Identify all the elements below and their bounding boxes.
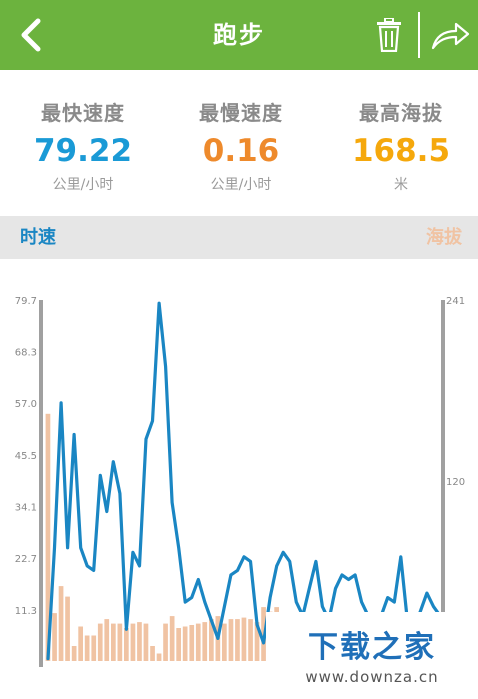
altitude-bar	[84, 635, 90, 661]
altitude-bar	[150, 646, 155, 661]
stat-unit: 公里/小时	[210, 177, 272, 193]
altitude-bar	[91, 635, 97, 661]
share-arrow-icon	[431, 22, 470, 50]
stat-unit: 公里/小时	[52, 177, 114, 193]
watermark-url: www.downza.cn	[305, 668, 439, 686]
altitude-bar	[202, 622, 208, 661]
altitude-bar	[195, 623, 201, 661]
altitude-bar	[104, 619, 110, 661]
altitude-bar	[176, 628, 181, 661]
stat-label: 最高海拔	[359, 101, 443, 125]
y-tick-label-left: 11.3	[15, 606, 37, 617]
stat-unit: 米	[394, 177, 408, 193]
altitude-bar	[117, 623, 123, 661]
y-tick-label-left: 45.5	[15, 451, 37, 462]
legend-speed[interactable]: 时速	[20, 216, 56, 259]
share-button[interactable]	[428, 16, 472, 54]
altitude-bar	[78, 626, 83, 661]
stat-value: 79.22	[33, 133, 133, 169]
y-tick-label-left: 22.7	[15, 554, 37, 565]
y-tick-label-right: 120	[446, 477, 465, 488]
altitude-bar	[241, 617, 247, 661]
delete-button[interactable]	[370, 14, 408, 56]
watermark: 下载之家 www.downza.cn	[266, 612, 478, 699]
altitude-bar	[163, 623, 168, 661]
altitude-bar	[248, 619, 253, 661]
stat-label: 最慢速度	[199, 101, 283, 125]
stats-panel: 最快速度 79.22 公里/小时 最慢速度 0.16 公里/小时 最高海拔 16…	[0, 70, 478, 216]
altitude-bar	[235, 619, 240, 661]
altitude-bar	[111, 623, 116, 661]
altitude-bar	[58, 586, 64, 661]
altitude-bar	[228, 619, 234, 661]
altitude-bar	[65, 596, 70, 661]
altitude-bar	[156, 653, 162, 661]
stat-value: 0.16	[202, 133, 280, 169]
y-tick-label-left: 68.3	[15, 348, 37, 359]
altitude-bar	[189, 625, 195, 661]
chart-legend-bar: 时速 海拔	[0, 216, 478, 259]
speed-line	[46, 301, 442, 661]
altitude-bar	[222, 623, 227, 661]
stat-max-speed: 最快速度 79.22 公里/小时	[3, 100, 163, 196]
altitude-bar	[169, 616, 175, 661]
stat-value: 168.5	[351, 133, 451, 169]
stat-min-speed: 最慢速度 0.16 公里/小时	[161, 100, 321, 196]
legend-altitude[interactable]: 海拔	[426, 216, 462, 259]
trash-icon	[377, 18, 401, 52]
altitude-bar	[137, 622, 142, 661]
altitude-bar	[143, 623, 149, 661]
stat-label: 最快速度	[41, 101, 125, 125]
y-tick-label-right: 241	[446, 296, 465, 307]
y-tick-label-left: 79.7	[15, 296, 37, 307]
top-bar: 跑步	[0, 0, 478, 70]
watermark-logo-text: 下载之家	[308, 630, 436, 665]
y-tick-label-left: 34.1	[15, 503, 37, 514]
altitude-bar	[124, 628, 129, 661]
altitude-bar	[52, 613, 57, 661]
altitude-bar	[71, 646, 77, 661]
header-divider	[418, 12, 420, 58]
altitude-bar	[182, 626, 188, 661]
y-tick-label-left: 57.0	[15, 399, 37, 410]
altitude-bar	[130, 623, 136, 661]
stat-max-altitude: 最高海拔 168.5 米	[321, 100, 478, 196]
altitude-bar	[97, 623, 103, 661]
